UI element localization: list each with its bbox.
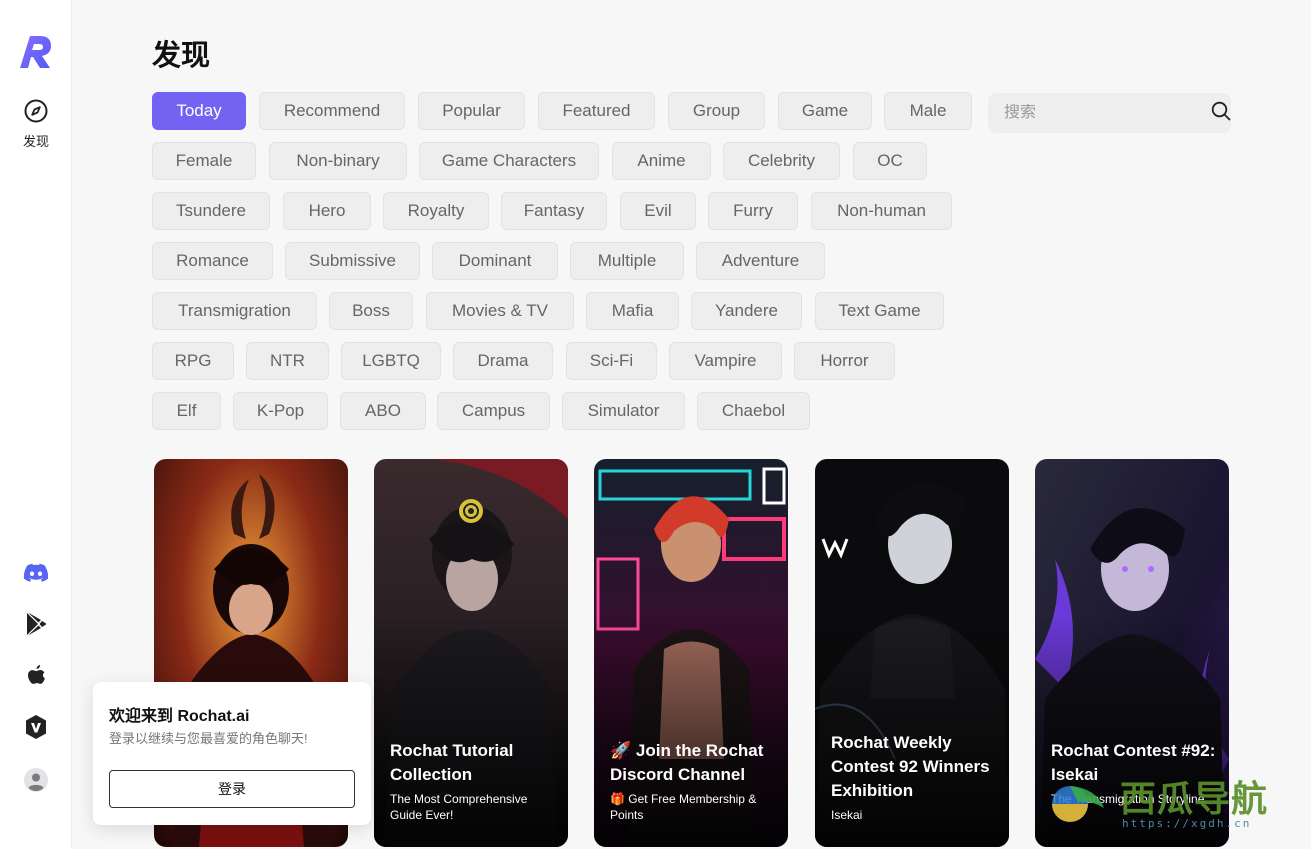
tag-movies-tv[interactable]: Movies & TV [426,292,574,330]
tag-tsundere[interactable]: Tsundere [152,192,270,230]
tag-anime[interactable]: Anime [612,142,711,180]
page-title: 发现 [152,40,211,72]
tag-hero[interactable]: Hero [283,192,371,230]
tag-simulator[interactable]: Simulator [562,392,685,430]
login-popup: 欢迎来到 Rochat.ai 登录以继续与您最喜爱的角色聊天! 登录 [93,682,371,825]
card-title: Rochat Tutorial Collection [390,741,514,784]
discord-icon[interactable] [22,559,50,587]
tag-boss[interactable]: Boss [329,292,413,330]
tag-rpg[interactable]: RPG [152,342,234,380]
tag-game[interactable]: Game [778,92,872,130]
tag-male[interactable]: Male [884,92,972,130]
tag-multiple[interactable]: Multiple [570,242,684,280]
watermark-logo-icon [1052,786,1104,822]
tag-submissive[interactable]: Submissive [285,242,420,280]
tag-oc[interactable]: OC [853,142,927,180]
contest-winners-card[interactable]: Rochat Weekly Contest 92 Winners Exhibit… [815,459,1009,847]
login-button[interactable]: 登录 [109,770,355,808]
tag-non-human[interactable]: Non-human [811,192,952,230]
watermark-url: https://xgdh.cn [1122,817,1252,830]
user-avatar-icon[interactable] [22,766,50,794]
tag-non-binary[interactable]: Non-binary [269,142,407,180]
watermark: 西瓜导航 https://xgdh.cn [1048,770,1298,840]
login-popup-title: 欢迎来到 Rochat.ai [109,708,250,725]
tag-sci-fi[interactable]: Sci-Fi [566,342,657,380]
rochat-logo[interactable] [18,32,54,70]
tag-featured[interactable]: Featured [538,92,655,130]
google-play-icon[interactable] [22,610,50,638]
tag-lgbtq[interactable]: LGBTQ [341,342,441,380]
tag-yandere[interactable]: Yandere [691,292,802,330]
tag-royalty[interactable]: Royalty [383,192,489,230]
tag-vampire[interactable]: Vampire [669,342,782,380]
tag-popular[interactable]: Popular [418,92,525,130]
tag-dominant[interactable]: Dominant [432,242,558,280]
compass-icon [23,98,49,129]
tutorial-card[interactable]: Rochat Tutorial Collection The Most Comp… [374,459,568,847]
search-input[interactable] [1004,104,1211,122]
login-popup-subtitle: 登录以继续与您最喜爱的角色聊天! [109,731,308,746]
tag-today[interactable]: Today [152,92,246,130]
card-title: 🚀 Join the Rochat Discord Channel [610,741,764,784]
watermark-text: 西瓜导航 [1120,778,1269,820]
nav-discover[interactable]: 发现 [10,98,62,150]
tag-abo[interactable]: ABO [340,392,426,430]
tag-mafia[interactable]: Mafia [586,292,679,330]
tag-fantasy[interactable]: Fantasy [501,192,607,230]
tag-female[interactable]: Female [152,142,256,180]
search-box [988,93,1231,133]
tag-campus[interactable]: Campus [437,392,550,430]
tag-evil[interactable]: Evil [620,192,696,230]
tag-elf[interactable]: Elf [152,392,221,430]
tag-chaebol[interactable]: Chaebol [697,392,810,430]
tag-furry[interactable]: Furry [708,192,798,230]
sidebar: 发现 [0,0,72,849]
discord-card[interactable]: 🚀 Join the Rochat Discord Channel 🎁 Get … [594,459,788,847]
vpn-shield-icon[interactable] [22,713,50,741]
search-icon[interactable] [1211,101,1231,126]
tag-k-pop[interactable]: K-Pop [233,392,328,430]
tag-text-game[interactable]: Text Game [815,292,944,330]
tag-romance[interactable]: Romance [152,242,273,280]
tag-transmigration[interactable]: Transmigration [152,292,317,330]
apple-icon[interactable] [22,662,50,690]
card-title: Rochat Weekly Contest 92 Winners Exhibit… [831,733,990,800]
tag-recommend[interactable]: Recommend [259,92,405,130]
card-subtitle: The Most Comprehensive Guide Ever! [390,792,528,822]
tag-horror[interactable]: Horror [794,342,895,380]
nav-discover-label: 发现 [22,134,49,149]
tag-game-characters[interactable]: Game Characters [419,142,599,180]
tag-ntr[interactable]: NTR [246,342,329,380]
tag-adventure[interactable]: Adventure [696,242,825,280]
tag-celebrity[interactable]: Celebrity [723,142,840,180]
tag-drama[interactable]: Drama [453,342,553,380]
tag-group[interactable]: Group [668,92,765,130]
card-subtitle: Isekai [831,808,863,822]
card-subtitle: 🎁 Get Free Membership & Points [610,792,757,822]
